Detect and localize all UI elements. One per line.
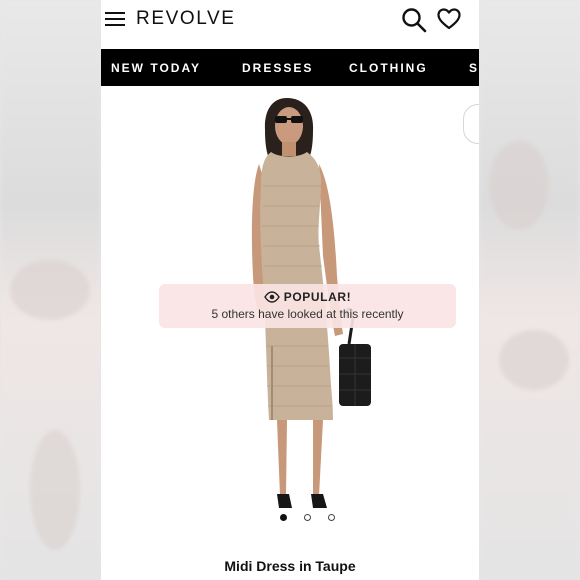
site-logo[interactable]: REVOLVE: [136, 8, 236, 30]
mobile-page: REVOLVE NEW TODAY DRESSES CLOTHING S POP…: [101, 0, 479, 580]
product-title: Midi Dress in Taupe: [224, 558, 356, 574]
popular-message: 5 others have looked at this recently: [211, 307, 404, 321]
nav-item-truncated[interactable]: S: [469, 61, 479, 75]
site-header: REVOLVE: [101, 0, 479, 49]
product-image[interactable]: POPULAR! 5 others have looked at this re…: [101, 86, 479, 530]
right-blurred-backdrop: [479, 0, 580, 580]
carousel-next-button[interactable]: [463, 104, 479, 144]
carousel-dot[interactable]: [328, 514, 335, 521]
category-nav: NEW TODAY DRESSES CLOTHING S: [101, 49, 479, 86]
popular-banner: POPULAR! 5 others have looked at this re…: [159, 284, 456, 328]
carousel-dot[interactable]: [304, 514, 311, 521]
hamburger-menu-icon[interactable]: [105, 12, 125, 26]
nav-item-dresses[interactable]: DRESSES: [242, 61, 313, 75]
carousel-dot[interactable]: [280, 514, 287, 521]
popular-title: POPULAR!: [283, 290, 352, 304]
left-blurred-backdrop: [0, 0, 101, 580]
heart-icon[interactable]: [437, 8, 461, 30]
eye-icon: [263, 291, 280, 303]
nav-item-clothing[interactable]: CLOTHING: [349, 61, 428, 75]
nav-item-new-today[interactable]: NEW TODAY: [111, 61, 201, 75]
search-icon[interactable]: [401, 7, 427, 33]
popular-title-row: POPULAR!: [159, 290, 456, 304]
